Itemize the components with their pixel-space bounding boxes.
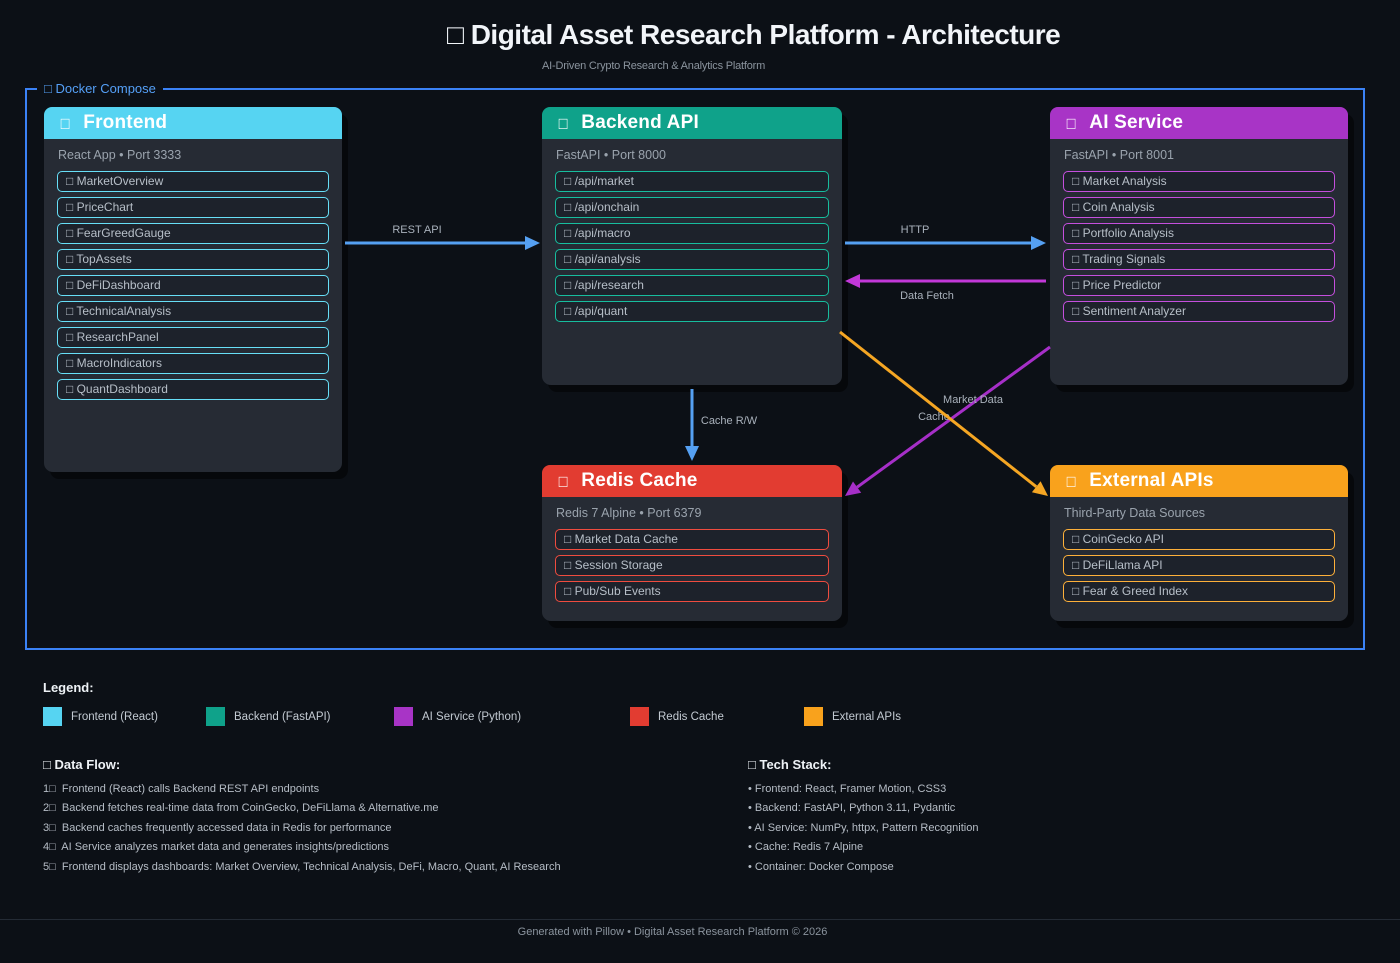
component-subtitle: FastAPI • Port 8001 xyxy=(1064,148,1334,163)
legend-label: AI Service (Python) xyxy=(422,711,521,723)
component-item: □ TechnicalAnalysis xyxy=(57,301,329,322)
component-header: □ External APIs xyxy=(1050,465,1348,497)
data-flow-list: 1□ Frontend (React) calls Backend REST A… xyxy=(43,780,561,877)
component-items: □ CoinGecko API □ DeFiLlama API □ Fear & G… xyxy=(1050,529,1348,602)
component-item: □ DeFiLlama API xyxy=(1063,555,1335,576)
tech-stack-item: • Container: Docker Compose xyxy=(748,858,978,877)
component-item: □ MarketOverview xyxy=(57,171,329,192)
tech-stack-item: • Cache: Redis 7 Alpine xyxy=(748,838,978,857)
component-item: □ /api/macro xyxy=(555,223,829,244)
legend-label: Redis Cache xyxy=(658,711,724,723)
legend-entry: Frontend (React) xyxy=(43,707,158,726)
component-title: Frontend xyxy=(83,112,167,134)
tech-stack-item: • Backend: FastAPI, Python 3.11, Pydanti… xyxy=(748,799,978,818)
component-subtitle: Redis 7 Alpine • Port 6379 xyxy=(556,506,828,521)
data-flow-item: 1□ Frontend (React) calls Backend REST A… xyxy=(43,780,561,799)
legend-entry: Redis Cache xyxy=(630,707,724,726)
legend-swatch xyxy=(630,707,649,726)
component-items: □ MarketOverview □ PriceChart □ FearGreedG… xyxy=(44,171,342,400)
component-item: □ ResearchPanel xyxy=(57,327,329,348)
footer-divider xyxy=(0,919,1400,920)
legend-entry: External APIs xyxy=(804,707,901,726)
legend-label: Backend (FastAPI) xyxy=(234,711,331,723)
backend-icon: □ xyxy=(559,115,568,132)
external-apis-icon: □ xyxy=(1067,473,1076,490)
frontend-icon: □ xyxy=(61,115,70,132)
tech-stack-item: • Frontend: React, Framer Motion, CSS3 xyxy=(748,780,978,799)
ai-service-icon: □ xyxy=(1067,115,1076,132)
data-flow-item: 3□ Backend caches frequently accessed da… xyxy=(43,819,561,838)
component-item: □ DeFiDashboard xyxy=(57,275,329,296)
component-title: Redis Cache xyxy=(581,470,697,492)
tech-stack-title: □ Tech Stack: xyxy=(748,757,831,772)
component-external-apis: □ External APIs Third-Party Data Sources… xyxy=(1050,465,1348,621)
component-items: □ Market Data Cache □ Session Storage □ Pu… xyxy=(542,529,842,602)
component-title: External APIs xyxy=(1089,470,1213,492)
component-header: □ Backend API xyxy=(542,107,842,139)
legend-entry: AI Service (Python) xyxy=(394,707,521,726)
component-item: □ PriceChart xyxy=(57,197,329,218)
component-item: □ TopAssets xyxy=(57,249,329,270)
legend-swatch xyxy=(804,707,823,726)
component-ai-service: □ AI Service FastAPI • Port 8001 □ Marke… xyxy=(1050,107,1348,385)
component-item: □ Fear & Greed Index xyxy=(1063,581,1335,602)
component-item: □ /api/analysis xyxy=(555,249,829,270)
component-item: □ /api/research xyxy=(555,275,829,296)
docker-compose-label: □ Docker Compose xyxy=(37,81,163,96)
component-header: □ Frontend xyxy=(44,107,342,139)
legend-entry: Backend (FastAPI) xyxy=(206,707,331,726)
component-items: □ /api/market □ /api/onchain □ /api/macro □… xyxy=(542,171,842,322)
component-subtitle: Third-Party Data Sources xyxy=(1064,506,1334,521)
component-item: □ QuantDashboard xyxy=(57,379,329,400)
architecture-diagram: □ Digital Asset Research Platform - Arch… xyxy=(0,0,1400,963)
component-item: □ /api/market xyxy=(555,171,829,192)
component-subtitle: FastAPI • Port 8000 xyxy=(556,148,828,163)
component-item: □ Coin Analysis xyxy=(1063,197,1335,218)
component-item: □ Trading Signals xyxy=(1063,249,1335,270)
component-item: □ Market Analysis xyxy=(1063,171,1335,192)
legend-swatch xyxy=(206,707,225,726)
legend-label: Frontend (React) xyxy=(71,711,158,723)
component-item: □ /api/quant xyxy=(555,301,829,322)
component-item: □ Price Predictor xyxy=(1063,275,1335,296)
component-item: □ Pub/Sub Events xyxy=(555,581,829,602)
data-flow-title: □ Data Flow: xyxy=(43,757,120,772)
component-backend: □ Backend API FastAPI • Port 8000 □ /api… xyxy=(542,107,842,385)
component-header: □ AI Service xyxy=(1050,107,1348,139)
page-subtitle: AI-Driven Crypto Research & Analytics Pl… xyxy=(542,60,765,72)
legend-swatch xyxy=(43,707,62,726)
docker-compose-container: □ Docker Compose □ Frontend React App • … xyxy=(25,88,1365,650)
footer-text: Generated with Pillow • Digital Asset Re… xyxy=(0,926,1345,938)
component-item: □ Sentiment Analyzer xyxy=(1063,301,1335,322)
component-subtitle: React App • Port 3333 xyxy=(58,148,328,163)
component-redis-cache: □ Redis Cache Redis 7 Alpine • Port 6379… xyxy=(542,465,842,621)
tech-stack-list: • Frontend: React, Framer Motion, CSS3• … xyxy=(748,780,978,877)
component-header: □ Redis Cache xyxy=(542,465,842,497)
redis-icon: □ xyxy=(559,473,568,490)
data-flow-item: 5□ Frontend displays dashboards: Market … xyxy=(43,858,561,877)
tech-stack-item: • AI Service: NumPy, httpx, Pattern Reco… xyxy=(748,819,978,838)
component-item: □ Market Data Cache xyxy=(555,529,829,550)
data-flow-item: 4□ AI Service analyzes market data and g… xyxy=(43,838,561,857)
page-title: □ Digital Asset Research Platform - Arch… xyxy=(447,19,1060,51)
legend-swatch xyxy=(394,707,413,726)
component-item: □ MacroIndicators xyxy=(57,353,329,374)
component-frontend: □ Frontend React App • Port 3333 □ Marke… xyxy=(44,107,342,472)
component-items: □ Market Analysis □ Coin Analysis □ Portfo… xyxy=(1050,171,1348,322)
legend-title: Legend: xyxy=(43,680,94,695)
component-item: □ /api/onchain xyxy=(555,197,829,218)
component-item: □ FearGreedGauge xyxy=(57,223,329,244)
component-item: □ Portfolio Analysis xyxy=(1063,223,1335,244)
legend-label: External APIs xyxy=(832,711,901,723)
component-item: □ Session Storage xyxy=(555,555,829,576)
component-title: Backend API xyxy=(581,112,699,134)
component-title: AI Service xyxy=(1089,112,1183,134)
data-flow-item: 2□ Backend fetches real-time data from C… xyxy=(43,799,561,818)
component-item: □ CoinGecko API xyxy=(1063,529,1335,550)
